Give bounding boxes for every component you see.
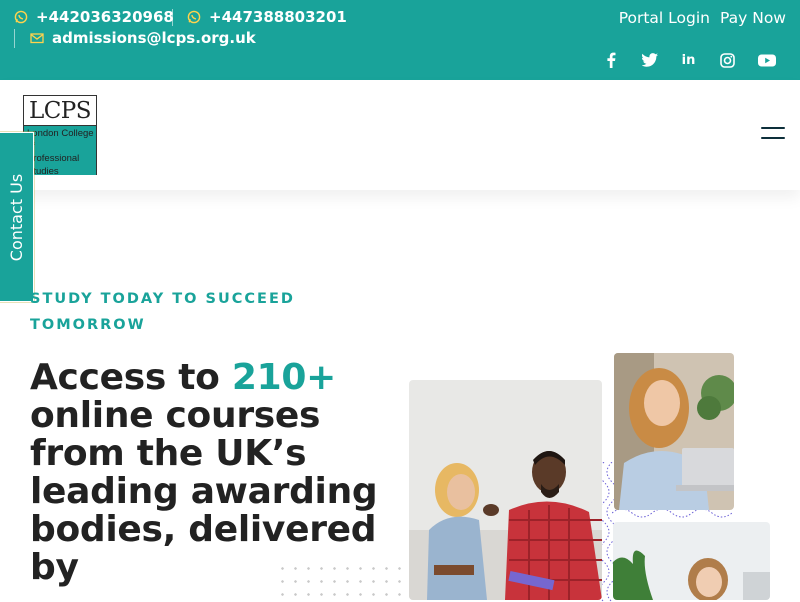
students-discussion-image <box>409 380 602 600</box>
social-links: in <box>591 50 786 70</box>
youtube-icon[interactable] <box>747 50 786 70</box>
phone-2-text: +447388803201 <box>209 8 347 26</box>
top-links: Portal Login Pay Now <box>619 9 786 27</box>
linkedin-icon[interactable]: in <box>669 50 708 70</box>
portal-login-link[interactable]: Portal Login <box>619 9 710 27</box>
contact-us-label: Contact Us <box>7 173 27 261</box>
logo-abbr: LCPS <box>24 96 96 126</box>
dot-pattern <box>276 562 406 602</box>
whatsapp-icon <box>187 10 201 24</box>
email-text: admissions@lcps.org.uk <box>52 29 256 47</box>
instagram-icon[interactable] <box>708 50 747 70</box>
phone-1-text: +442036320968 <box>36 8 174 26</box>
whatsapp-icon <box>14 10 28 24</box>
phone-link-1[interactable]: +442036320968 <box>14 8 174 26</box>
twitter-icon[interactable] <box>630 50 669 70</box>
phone-link-2[interactable]: +447388803201 <box>187 8 347 26</box>
facebook-icon[interactable] <box>591 50 630 70</box>
divider <box>172 9 173 26</box>
email-link[interactable]: admissions@lcps.org.uk <box>30 29 256 47</box>
student-laptop-image <box>614 353 734 510</box>
top-bar: +442036320968 +447388803201 admissions@l… <box>0 0 800 80</box>
mail-icon <box>30 31 44 45</box>
logo-fullname: London College of Professional Studies <box>24 126 96 177</box>
hero-headline: Access to 210+ online courses from the UK… <box>30 359 410 587</box>
hero-eyebrow: STUDY TODAY TO SUCCEED TOMORROW <box>30 291 295 333</box>
contact-us-tab[interactable]: Contact Us <box>0 132 34 302</box>
headline-rest: online courses from the UK’s leading awa… <box>30 395 378 588</box>
site-header: LCPS London College of Professional Stud… <box>0 80 800 190</box>
divider <box>14 29 15 48</box>
pay-now-link[interactable]: Pay Now <box>720 9 786 27</box>
site-logo[interactable]: LCPS London College of Professional Stud… <box>23 95 97 177</box>
student-studying-image <box>613 522 770 600</box>
headline-accent: 210+ <box>231 357 336 398</box>
headline-prefix: Access to <box>30 357 232 398</box>
menu-icon[interactable] <box>761 127 785 141</box>
